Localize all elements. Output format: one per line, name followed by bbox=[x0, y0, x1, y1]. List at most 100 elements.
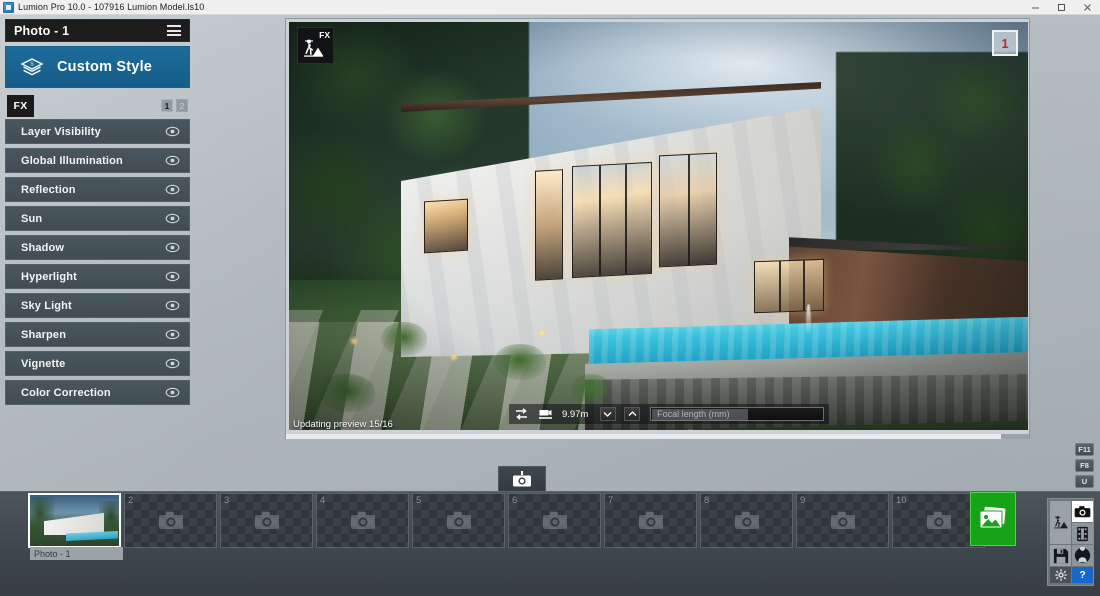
photo-slot-5[interactable]: 5 bbox=[412, 493, 505, 548]
worker-fx-icon bbox=[301, 36, 325, 60]
shortcut-keys: F11 F8 U bbox=[1075, 443, 1094, 488]
layers-icon: S bbox=[20, 57, 44, 77]
scene-window bbox=[659, 152, 717, 268]
page-title: Photo - 1 bbox=[14, 23, 70, 38]
eye-icon[interactable] bbox=[164, 123, 181, 140]
svg-text:S: S bbox=[30, 62, 34, 68]
photo-mode-icon[interactable] bbox=[1072, 501, 1093, 522]
eye-icon[interactable] bbox=[164, 384, 181, 401]
minimize-icon[interactable] bbox=[1022, 0, 1048, 15]
fx-tab-row: FX 1 2 bbox=[5, 95, 190, 117]
photo-slot-9[interactable]: 9 bbox=[796, 493, 889, 548]
eye-icon[interactable] bbox=[164, 297, 181, 314]
photo-slot-2[interactable]: 2 bbox=[124, 493, 217, 548]
effect-item-sky-light[interactable]: Sky Light bbox=[5, 293, 190, 318]
fx-page-2[interactable]: 2 bbox=[176, 99, 188, 112]
photo-thumbnail bbox=[30, 495, 119, 546]
frame-marker-icon[interactable]: 1 bbox=[992, 30, 1018, 56]
slot-number: 8 bbox=[704, 495, 710, 506]
chevron-up-icon[interactable] bbox=[624, 407, 641, 421]
render-photos-icon bbox=[978, 506, 1008, 532]
slot-number: 6 bbox=[512, 495, 518, 506]
effect-item-reflection[interactable]: Reflection bbox=[5, 177, 190, 202]
lumion-application-window: Lumion Pro 10.0 - 107916 Lumion Model.ls… bbox=[0, 0, 1100, 596]
gear-icon[interactable] bbox=[1050, 567, 1071, 583]
photo-slot-7[interactable]: 7 bbox=[604, 493, 697, 548]
build-mode-icon[interactable] bbox=[1050, 501, 1071, 544]
scene-light-glow bbox=[349, 336, 359, 346]
scene-window bbox=[535, 169, 563, 281]
eye-icon[interactable] bbox=[164, 152, 181, 169]
window-controls bbox=[1022, 0, 1100, 15]
camera-capture-icon[interactable] bbox=[498, 466, 546, 492]
slot-number: 2 bbox=[128, 495, 134, 506]
effect-item-color-correction[interactable]: Color Correction bbox=[5, 380, 190, 405]
eye-icon[interactable] bbox=[164, 239, 181, 256]
photo-slot-8[interactable]: 8 bbox=[700, 493, 793, 548]
scene-shrub bbox=[494, 344, 546, 380]
slot-number: 7 bbox=[608, 495, 614, 506]
scene-window bbox=[754, 258, 824, 314]
camera-icon bbox=[446, 511, 472, 531]
panorama-mode-icon[interactable] bbox=[1072, 545, 1093, 566]
viewport-fx-button[interactable]: FX bbox=[297, 27, 334, 64]
effect-label: Vignette bbox=[21, 357, 66, 370]
mode-tool-grid bbox=[1050, 501, 1093, 566]
effect-label: Sun bbox=[21, 212, 43, 225]
status-text: Updating preview 15/16 bbox=[293, 419, 393, 430]
custom-style-button[interactable]: S Custom Style bbox=[5, 46, 190, 88]
eye-icon[interactable] bbox=[164, 326, 181, 343]
viewport-horizontal-scrollbar[interactable] bbox=[285, 434, 1030, 439]
movie-mode-icon[interactable] bbox=[1072, 523, 1093, 544]
key-f8[interactable]: F8 bbox=[1075, 459, 1094, 472]
camera-icon bbox=[254, 511, 280, 531]
slot-number: 9 bbox=[800, 495, 806, 506]
close-icon[interactable] bbox=[1074, 0, 1100, 15]
eye-icon[interactable] bbox=[164, 268, 181, 285]
fx-page-selector: 1 2 bbox=[161, 99, 188, 112]
chevron-down-icon[interactable] bbox=[599, 407, 617, 421]
camera-icon bbox=[638, 511, 664, 531]
key-u[interactable]: U bbox=[1075, 475, 1094, 488]
fx-page-1[interactable]: 1 bbox=[161, 99, 173, 112]
help-button[interactable]: ? bbox=[1072, 567, 1093, 583]
photo-slot-1[interactable]: Photo - 1 bbox=[28, 493, 123, 560]
photo-filmstrip: Photo - 1 2 3 4 5 6 7 8 9 10 bbox=[0, 491, 1100, 596]
scene-shrub bbox=[381, 322, 427, 356]
effect-label: Hyperlight bbox=[21, 270, 77, 283]
effect-item-vignette[interactable]: Vignette bbox=[5, 351, 190, 376]
camera-distance-value: 9.97m bbox=[561, 408, 589, 420]
effect-item-sharpen[interactable]: Sharpen bbox=[5, 322, 190, 347]
custom-style-label: Custom Style bbox=[57, 59, 153, 75]
save-icon[interactable] bbox=[1050, 545, 1071, 566]
photo-slot-4[interactable]: 4 bbox=[316, 493, 409, 548]
scrollbar-thumb[interactable] bbox=[286, 434, 1001, 439]
effect-item-shadow[interactable]: Shadow bbox=[5, 235, 190, 260]
focal-length-slider[interactable]: Focal length (mm) bbox=[650, 407, 825, 421]
effect-label: Global Illumination bbox=[21, 154, 123, 167]
eye-icon[interactable] bbox=[164, 181, 181, 198]
slot-number: 4 bbox=[320, 495, 326, 506]
hamburger-menu-icon[interactable] bbox=[167, 25, 181, 36]
slot-number: 3 bbox=[224, 495, 230, 506]
camera-icon bbox=[926, 511, 952, 531]
effect-item-global-illumination[interactable]: Global Illumination bbox=[5, 148, 190, 173]
maximize-icon[interactable] bbox=[1048, 0, 1074, 15]
effect-item-layer-visibility[interactable]: Layer Visibility bbox=[5, 119, 190, 144]
photo-slot-6[interactable]: 6 bbox=[508, 493, 601, 548]
camera-height-icon[interactable] bbox=[538, 407, 554, 422]
perspective-toggle-icon[interactable] bbox=[514, 407, 530, 422]
render-photos-button[interactable] bbox=[970, 492, 1016, 546]
eye-icon[interactable] bbox=[164, 210, 181, 227]
window-title: Lumion Pro 10.0 - 107916 Lumion Model.ls… bbox=[18, 2, 205, 12]
effect-item-hyperlight[interactable]: Hyperlight bbox=[5, 264, 190, 289]
frame-badge-number: 1 bbox=[1001, 35, 1009, 51]
effect-item-sun[interactable]: Sun bbox=[5, 206, 190, 231]
lumion-app-icon bbox=[3, 1, 14, 13]
key-f11[interactable]: F11 bbox=[1075, 443, 1094, 456]
tab-fx[interactable]: FX bbox=[7, 95, 34, 117]
render-preview-viewport[interactable]: FX 1 9.97m Updating preview 15/16 bbox=[289, 22, 1028, 430]
photo-slot-3[interactable]: 3 bbox=[220, 493, 313, 548]
effect-label: Color Correction bbox=[21, 386, 111, 399]
eye-icon[interactable] bbox=[164, 355, 181, 372]
